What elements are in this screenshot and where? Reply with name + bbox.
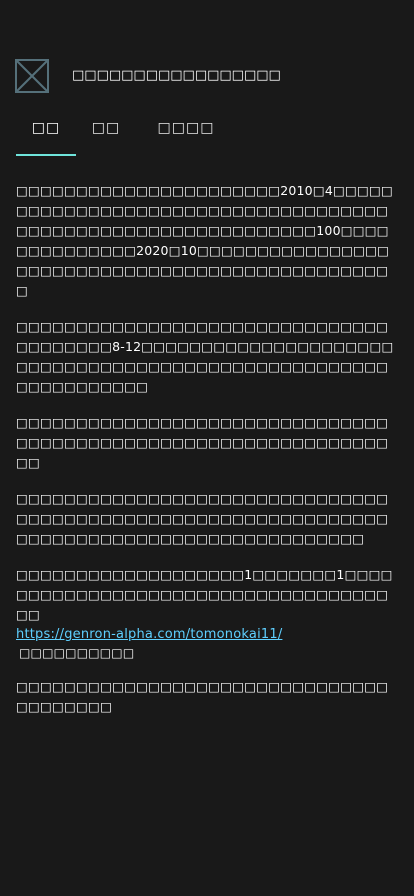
description-content: □□□□□□□□□□□□□□□□□□□□□□2010□4□□□□□□□□□□□□… <box>16 181 398 733</box>
paragraph-6: □□□□□□□□□□□□□□□□□□□□□□□□□□□□□□□□□□□□□□□ <box>16 679 389 714</box>
tab-3[interactable]: □□□□ <box>144 112 228 156</box>
broken-image-icon <box>15 59 49 93</box>
page-title: □□□□□□□□□□□□□□□□□ <box>72 68 281 83</box>
tomonokai-link[interactable]: https://genron-alpha.com/tomonokai11/ <box>16 625 398 645</box>
tab-bar: □□ □□ □□□□ <box>16 112 398 156</box>
paragraph-5-note: □□□□□□□□□□ <box>19 646 135 660</box>
header: □□□□□□□□□□□□□□□□□ <box>15 59 398 93</box>
paragraph-1: □□□□□□□□□□□□□□□□□□□□□□2010□4□□□□□□□□□□□□… <box>16 183 394 298</box>
paragraph-2: □□□□□□□□□□□□□□□□□□□□□□□□□□□□□□□□□□□□□□□8… <box>16 319 394 394</box>
paragraph-3: □□□□□□□□□□□□□□□□□□□□□□□□□□□□□□□□□□□□□□□□… <box>16 415 389 470</box>
paragraph-4: □□□□□□□□□□□□□□□□□□□□□□□□□□□□□□□□□□□□□□□□… <box>16 491 389 546</box>
paragraph-5: □□□□□□□□□□□□□□□□□□□1□□□□□□□1□□□□□□□□□□□□… <box>16 565 398 661</box>
paragraph-5-text: □□□□□□□□□□□□□□□□□□□1□□□□□□□1□□□□□□□□□□□□… <box>16 567 393 622</box>
tab-1[interactable]: □□ <box>16 112 76 156</box>
tab-2[interactable]: □□ <box>76 112 136 156</box>
